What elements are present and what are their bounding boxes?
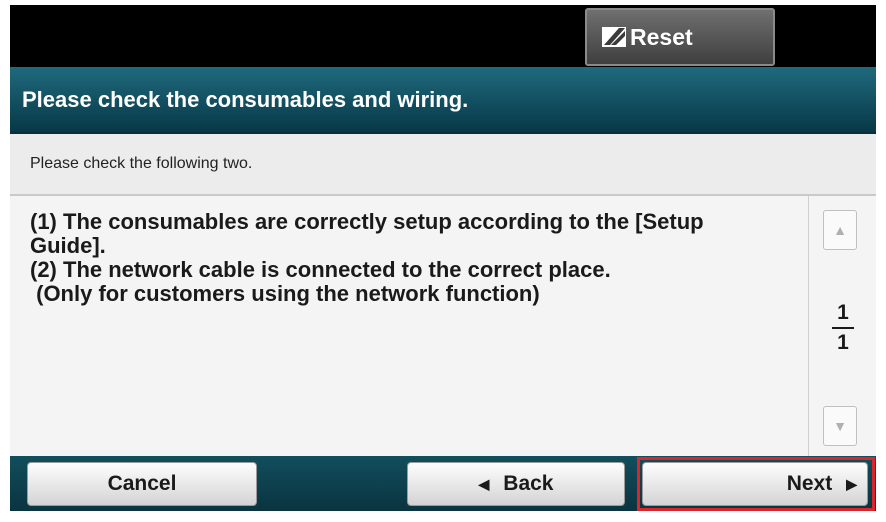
bottom-bar: Cancel ◀ Back Next ▶ — [10, 456, 876, 511]
reset-label: Reset — [630, 23, 693, 50]
next-label: Next — [786, 472, 833, 495]
cancel-label: Cancel — [107, 472, 177, 495]
reset-icon — [602, 27, 626, 47]
message-line: (2) The network cable is connected to th… — [30, 257, 611, 282]
top-bar: Reset — [10, 5, 876, 67]
page-current: 1 — [837, 301, 849, 324]
page-indicator: 1 1 — [809, 301, 876, 355]
arrow-right-icon: ▶ — [846, 475, 857, 492]
scroll-column: ▲ 1 1 ▼ — [808, 196, 876, 456]
scroll-down-button[interactable]: ▼ — [823, 406, 857, 446]
instruction-text: Please check the following two. — [10, 134, 876, 196]
message-line: Guide]. — [30, 233, 106, 258]
page-title: Please check the consumables and wiring. — [10, 67, 876, 134]
message-line: (1) The consumables are correctly setup … — [30, 209, 704, 234]
printer-panel: Reset Please check the consumables and w… — [10, 5, 876, 511]
back-label: Back — [503, 472, 554, 495]
page-divider — [832, 327, 854, 329]
next-button[interactable]: Next ▶ — [642, 462, 868, 506]
cancel-button[interactable]: Cancel — [27, 462, 257, 506]
scroll-up-button[interactable]: ▲ — [823, 210, 857, 250]
scroll-up-icon: ▲ — [833, 222, 847, 238]
message-line: (Only for customers using the network fu… — [30, 281, 540, 306]
scroll-down-icon: ▼ — [833, 418, 847, 434]
arrow-left-icon: ◀ — [478, 475, 490, 492]
page-total: 1 — [837, 331, 849, 354]
back-button[interactable]: ◀ Back — [407, 462, 625, 506]
reset-button[interactable]: Reset — [585, 8, 775, 66]
message-body: (1) The consumables are correctly setup … — [30, 210, 800, 306]
